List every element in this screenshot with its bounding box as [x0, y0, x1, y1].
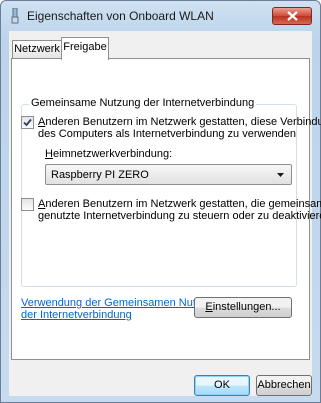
allow-control-checkbox[interactable] [21, 198, 34, 211]
chevron-down-icon [277, 173, 284, 177]
title-bar[interactable]: Eigenschaften von Onboard WLAN [1, 1, 320, 31]
cancel-button[interactable]: Abbrechen [256, 375, 312, 396]
settings-label: instellungen... [212, 301, 281, 313]
ics-help-link-line1: Verwendung der Gemeinsamen Nutzung [21, 297, 220, 309]
tab-strip: Netzwerk Freigabe [9, 37, 312, 60]
window-title: Eigenschaften von Onboard WLAN [27, 9, 214, 23]
tab-netzwerk[interactable]: Netzwerk [12, 40, 62, 59]
ics-help-link-line2: der Internetverbindung [21, 309, 132, 321]
close-button[interactable] [272, 7, 312, 25]
home-network-label: Heimnetzwerkverbindung: [45, 148, 172, 160]
checkmark-icon [23, 118, 32, 127]
allow-control-line2: genutzte Internetverbindung zu steuern o… [38, 210, 321, 222]
settings-button[interactable]: Einstellungen... [194, 297, 292, 318]
allow-sharing-line1: nderen Benutzern im Netzwerk gestatten, … [45, 116, 321, 128]
home-network-dropdown[interactable]: Raspberry PI ZERO [45, 164, 292, 185]
allow-sharing-label[interactable]: Anderen Benutzern im Netzwerk gestatten,… [38, 116, 321, 140]
tab-freigabe[interactable]: Freigabe [61, 37, 109, 60]
close-icon [287, 11, 298, 21]
allow-control-line1: nderen Benutzern im Netzwerk gestatten, … [45, 198, 321, 210]
allow-sharing-checkbox[interactable] [21, 116, 34, 129]
ok-button[interactable]: OK [194, 375, 250, 396]
home-network-value: Raspberry PI ZERO [51, 169, 149, 181]
home-network-label-text: eimnetzwerkverbindung: [52, 148, 173, 160]
freigabe-panel: Gemeinsame Nutzung der Internetverbindun… [11, 58, 321, 360]
allow-control-label[interactable]: Anderen Benutzern im Netzwerk gestatten,… [38, 198, 321, 222]
settings-accel: E [205, 301, 213, 313]
home-network-accel: H [45, 148, 53, 160]
properties-window: Eigenschaften von Onboard WLAN Netzwerk … [0, 0, 321, 403]
ics-help-link[interactable]: Verwendung der Gemeinsamen Nutzung der I… [21, 297, 220, 321]
ics-group-label: Gemeinsame Nutzung der Internetverbindun… [29, 97, 257, 109]
dialog-client-area: Netzwerk Freigabe Gemeinsame Nutzung der… [9, 31, 321, 396]
network-adapter-icon [11, 8, 19, 24]
allow-sharing-line2: des Computers als Internetverbindung zu … [38, 128, 297, 140]
